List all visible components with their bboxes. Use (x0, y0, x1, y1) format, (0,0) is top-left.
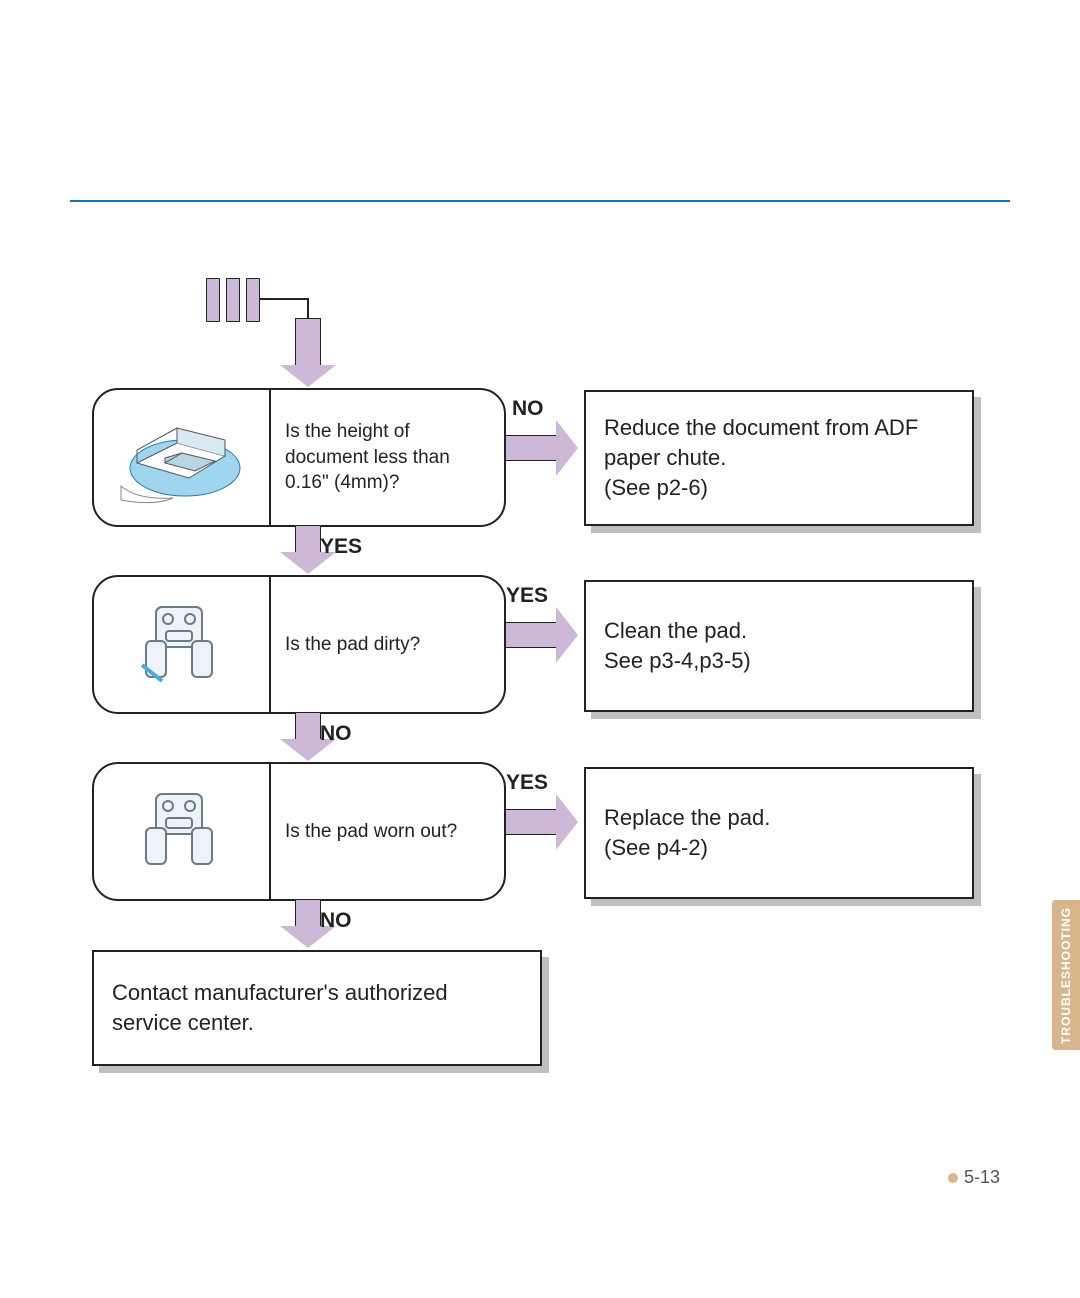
decision-box-1: Is the height of document less than 0.16… (92, 388, 506, 527)
decision-question-2: Is the pad dirty? (271, 577, 504, 712)
branch-label-down-1: YES (320, 535, 362, 559)
page-number: 5-13 (948, 1167, 1000, 1188)
action-text-3: Replace the pad. (See p4-2) (604, 803, 770, 862)
branch-label-right-1: NO (512, 397, 544, 421)
action-text-2: Clean the pad. See p3-4,p3-5) (604, 616, 751, 675)
branch-label-right-2: YES (506, 584, 548, 608)
branch-label-down-2: NO (320, 722, 352, 746)
arrow-down-icon (280, 318, 336, 387)
branch-label-right-3: YES (506, 771, 548, 795)
decision-illustration-1 (94, 390, 271, 525)
action-text-1: Reduce the document from ADF paper chute… (604, 413, 954, 502)
branch-label-down-3: NO (320, 909, 352, 933)
arrow-right-icon (505, 607, 578, 663)
bullet-icon (948, 1173, 958, 1183)
decision-box-3: Is the pad worn out? (92, 762, 506, 901)
section-tab: TROUBLESHOOTING (1052, 900, 1080, 1050)
decision-question-1: Is the height of document less than 0.16… (271, 390, 504, 525)
action-box-1: Reduce the document from ADF paper chute… (584, 390, 974, 526)
section-tab-label: TROUBLESHOOTING (1059, 907, 1073, 1044)
page-number-text: 5-13 (964, 1167, 1000, 1187)
decision-question-3: Is the pad worn out? (271, 764, 504, 899)
decision-illustration-3 (94, 764, 271, 899)
decision-illustration-2 (94, 577, 271, 712)
header-rule (70, 200, 1010, 202)
decision-box-2: Is the pad dirty? (92, 575, 506, 714)
connector-line (259, 298, 309, 302)
arrow-right-icon (505, 420, 578, 476)
action-box-2: Clean the pad. See p3-4,p3-5) (584, 580, 974, 712)
start-marker-icon (206, 278, 260, 322)
action-text-final: Contact manufacturer's authorized servic… (112, 978, 522, 1037)
arrow-right-icon (505, 794, 578, 850)
action-box-3: Replace the pad. (See p4-2) (584, 767, 974, 899)
action-box-final: Contact manufacturer's authorized servic… (92, 950, 542, 1066)
connector-line (307, 298, 311, 320)
